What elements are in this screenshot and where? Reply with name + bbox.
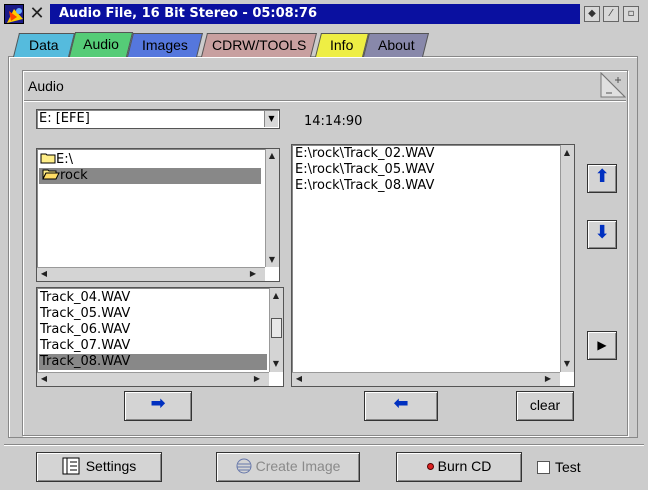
chevron-down-icon[interactable]: ▼ <box>264 111 278 127</box>
test-checkbox[interactable] <box>537 461 550 474</box>
maximize-icon[interactable]: ⁄ <box>603 6 619 22</box>
settings-button[interactable]: Settings <box>36 452 162 482</box>
move-down-button[interactable]: ⬇ <box>587 220 617 249</box>
move-up-button[interactable]: ⬆ <box>587 164 617 193</box>
divider <box>24 100 626 102</box>
drive-select-value: E: [EFE] <box>39 111 90 126</box>
scroll-right-icon[interactable]: ▶ <box>247 268 259 280</box>
file-list-hscroll[interactable]: ◀ ▶ <box>37 372 269 386</box>
scroll-left-icon[interactable]: ◀ <box>38 268 50 280</box>
window-menu-icon[interactable]: ◆ <box>584 6 600 22</box>
file-list-vscroll[interactable]: ▲ ▼ <box>269 288 283 372</box>
play-icon: ▶ <box>597 338 607 352</box>
arrow-up-icon: ⬆ <box>594 166 610 187</box>
folder-label: rock <box>60 168 88 183</box>
scroll-up-icon[interactable]: ▲ <box>561 147 573 159</box>
folder-tree[interactable]: E:\ rock ▲ ▼ ◀ ▶ <box>36 148 280 282</box>
compilation-item[interactable]: E:\rock\Track_08.WAV <box>294 178 558 194</box>
clear-button[interactable]: clear <box>516 391 574 421</box>
scroll-thumb[interactable] <box>271 318 282 338</box>
file-item[interactable]: Track_08.WAV <box>39 354 267 370</box>
create-image-label: Create Image <box>255 458 341 474</box>
tab-info[interactable]: Info <box>315 33 369 57</box>
scroll-right-icon[interactable]: ▶ <box>251 373 263 385</box>
app-icon[interactable] <box>4 4 24 24</box>
tab-cdrw-tools[interactable]: CDRW/TOOLS <box>201 33 317 57</box>
scroll-left-icon[interactable]: ◀ <box>293 373 305 385</box>
page-corner-icon[interactable] <box>600 71 627 98</box>
arrow-left-icon: ⬅ <box>393 393 409 414</box>
create-image-button[interactable]: Create Image <box>216 452 360 482</box>
test-label: Test <box>555 459 581 475</box>
scroll-left-icon[interactable]: ◀ <box>38 373 50 385</box>
settings-icon <box>62 457 80 475</box>
compilation-item[interactable]: E:\rock\Track_05.WAV <box>294 162 558 178</box>
compilation-vscroll[interactable]: ▲ ▼ <box>560 145 574 372</box>
close-icon[interactable]: ✕ <box>28 4 46 24</box>
burn-dot-icon <box>426 463 434 470</box>
tab-audio[interactable]: Audio <box>68 32 134 57</box>
burn-cd-label: Burn CD <box>437 458 492 474</box>
folder-item[interactable]: rock <box>39 168 261 184</box>
group-title: Audio <box>28 78 64 94</box>
drive-select[interactable]: E: [EFE] ▼ <box>36 109 280 129</box>
footer-divider <box>4 444 644 446</box>
scroll-down-icon[interactable]: ▼ <box>266 254 278 266</box>
file-item[interactable]: Track_07.WAV <box>39 338 267 354</box>
add-to-compilation-button[interactable]: ➡ <box>124 391 192 421</box>
window-title: Audio File, 16 Bit Stereo - 05:08:76 <box>50 4 580 24</box>
settings-label: Settings <box>85 458 137 474</box>
folder-tree-vscroll[interactable]: ▲ ▼ <box>265 149 279 267</box>
folder-tree-hscroll[interactable]: ◀ ▶ <box>37 267 265 281</box>
tab-about[interactable]: About <box>363 33 429 57</box>
tab-data[interactable]: Data <box>13 33 75 57</box>
play-button[interactable]: ▶ <box>587 331 617 360</box>
compilation-item[interactable]: E:\rock\Track_02.WAV <box>294 146 558 162</box>
remove-from-compilation-button[interactable]: ⬅ <box>364 391 438 421</box>
folder-label: E:\ <box>56 152 73 167</box>
arrow-down-icon: ⬇ <box>594 222 610 243</box>
file-item[interactable]: Track_04.WAV <box>39 290 267 306</box>
compilation-list[interactable]: E:\rock\Track_02.WAV E:\rock\Track_05.WA… <box>291 144 575 387</box>
file-item[interactable]: Track_05.WAV <box>39 306 267 322</box>
scroll-up-icon[interactable]: ▲ <box>266 150 278 162</box>
minimize-icon[interactable]: ▫ <box>623 6 639 22</box>
folder-icon <box>40 152 56 164</box>
file-list[interactable]: Track_04.WAV Track_05.WAV Track_06.WAV T… <box>36 287 284 387</box>
scroll-down-icon[interactable]: ▼ <box>561 358 573 370</box>
scroll-down-icon[interactable]: ▼ <box>270 358 282 370</box>
file-item[interactable]: Track_06.WAV <box>39 322 267 338</box>
scroll-right-icon[interactable]: ▶ <box>542 373 554 385</box>
folder-item[interactable]: E:\ <box>39 152 263 168</box>
total-time: 14:14:90 <box>304 114 363 129</box>
arrow-right-icon: ➡ <box>150 393 166 414</box>
compilation-hscroll[interactable]: ◀ ▶ <box>292 372 560 386</box>
burn-cd-button[interactable]: Burn CD <box>396 452 522 482</box>
disc-icon <box>236 456 252 474</box>
tab-images[interactable]: Images <box>127 33 203 57</box>
folder-open-icon <box>42 168 60 180</box>
scroll-up-icon[interactable]: ▲ <box>270 290 282 302</box>
